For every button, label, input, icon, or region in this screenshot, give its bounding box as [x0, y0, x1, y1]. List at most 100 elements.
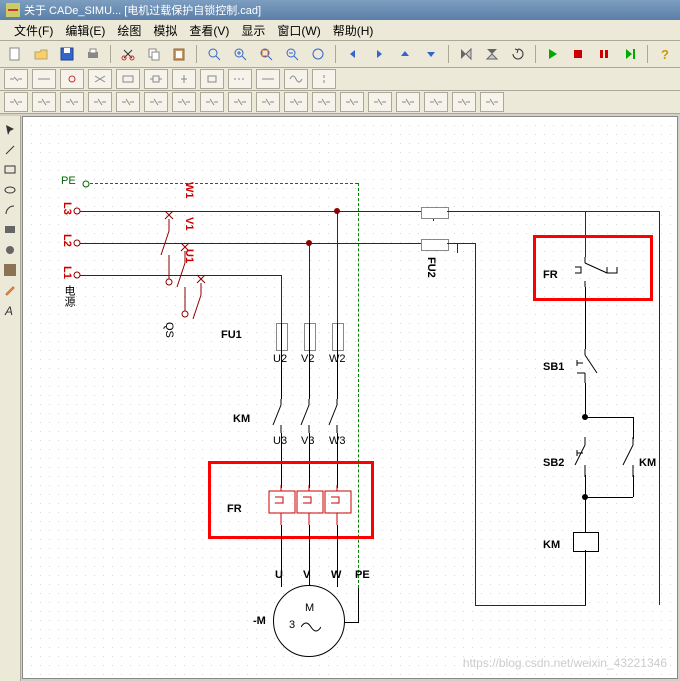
palette-btn[interactable]	[116, 92, 140, 112]
zoom-all-button[interactable]	[306, 42, 330, 66]
wire	[337, 211, 338, 325]
palette-btn[interactable]	[116, 69, 140, 89]
wire	[633, 475, 634, 497]
wire	[457, 243, 458, 253]
tool-ellipse[interactable]	[2, 182, 18, 198]
open-button[interactable]	[29, 42, 53, 66]
sidebar-tools: A	[0, 116, 21, 681]
app-title-doc: [电机过载保护自锁控制.cad]	[124, 2, 261, 18]
node	[582, 494, 588, 500]
tool-arc[interactable]	[2, 202, 18, 218]
node	[334, 208, 340, 214]
palette-btn[interactable]	[32, 92, 56, 112]
menu-file[interactable]: 文件(F)	[8, 21, 59, 40]
save-button[interactable]	[55, 42, 79, 66]
help-button[interactable]: ?	[653, 42, 677, 66]
wire	[337, 323, 338, 349]
palette-btn[interactable]	[144, 69, 168, 89]
label-u: U	[275, 569, 283, 581]
tool-filled-circle[interactable]	[2, 242, 18, 258]
wire	[585, 417, 633, 418]
label-v: V	[303, 569, 310, 581]
palette-btn[interactable]	[452, 92, 476, 112]
wire	[281, 323, 282, 349]
move-up-button[interactable]	[393, 42, 417, 66]
wire	[477, 211, 585, 212]
rotate-button[interactable]	[506, 42, 530, 66]
palette-btn[interactable]	[228, 69, 252, 89]
tool-select[interactable]	[2, 122, 18, 138]
menu-help[interactable]: 帮助(H)	[327, 21, 380, 40]
zoom-fit-button[interactable]	[254, 42, 278, 66]
menu-draw[interactable]: 绘图	[111, 21, 147, 40]
menu-display[interactable]: 显示	[235, 21, 271, 40]
palette-btn[interactable]	[256, 92, 280, 112]
zoom-in-button[interactable]	[228, 42, 252, 66]
tool-filled-rect[interactable]	[2, 222, 18, 238]
palette-btn[interactable]	[312, 69, 336, 89]
copy-button[interactable]	[142, 42, 166, 66]
palette-btn[interactable]	[144, 92, 168, 112]
menu-edit[interactable]: 编辑(E)	[59, 21, 111, 40]
palette-btn[interactable]	[32, 69, 56, 89]
tool-pencil[interactable]	[2, 282, 18, 298]
menu-view[interactable]: 查看(V)	[183, 21, 235, 40]
palette-btn[interactable]	[368, 92, 392, 112]
menu-sim[interactable]: 模拟	[147, 21, 183, 40]
palette-btn[interactable]	[256, 69, 280, 89]
wire	[337, 349, 338, 399]
move-left-button[interactable]	[341, 42, 365, 66]
flip-h-button[interactable]	[454, 42, 478, 66]
menu-window[interactable]: 窗口(W)	[271, 21, 326, 40]
wire	[475, 243, 476, 605]
pause-button[interactable]	[592, 42, 616, 66]
palette-btn[interactable]	[4, 92, 28, 112]
tool-text[interactable]: A	[2, 302, 18, 318]
wire	[281, 349, 282, 399]
palette-btn[interactable]	[396, 92, 420, 112]
palette-btn[interactable]	[172, 92, 196, 112]
fuse-fu1-3	[332, 323, 344, 351]
palette-btn[interactable]	[480, 92, 504, 112]
watermark: https://blog.csdn.net/weixin_43221346	[463, 656, 667, 670]
toolbar-main: ?	[0, 41, 680, 68]
palette-btn[interactable]	[200, 92, 224, 112]
palette-btn[interactable]	[284, 92, 308, 112]
palette-btn[interactable]	[424, 92, 448, 112]
new-button[interactable]	[3, 42, 27, 66]
cut-button[interactable]	[116, 42, 140, 66]
palette-btn[interactable]	[284, 69, 308, 89]
drawing-canvas[interactable]: PE L3 L2 L1 电源 QS W1 V1 U1 FU1 U2 V2 W2 …	[22, 116, 678, 679]
tool-rect[interactable]	[2, 162, 18, 178]
step-button[interactable]	[618, 42, 642, 66]
move-right-button[interactable]	[367, 42, 391, 66]
palette-btn[interactable]	[228, 92, 252, 112]
palette-btn[interactable]	[60, 92, 84, 112]
move-down-button[interactable]	[419, 42, 443, 66]
palette-btn[interactable]	[172, 69, 196, 89]
wire	[633, 417, 634, 439]
palette-btn[interactable]	[88, 92, 112, 112]
label-sb1: SB1	[543, 361, 564, 373]
print-button[interactable]	[81, 42, 105, 66]
menu-bar: 文件(F) 编辑(E) 绘图 模拟 查看(V) 显示 窗口(W) 帮助(H)	[0, 20, 680, 41]
label-pe2: PE	[355, 569, 370, 581]
palette-btn[interactable]	[312, 92, 336, 112]
find-button[interactable]	[202, 42, 226, 66]
palette-btn[interactable]	[4, 69, 28, 89]
zoom-out-button[interactable]	[280, 42, 304, 66]
label-fu1: FU1	[221, 329, 242, 341]
tool-color[interactable]	[2, 262, 18, 278]
stop-button[interactable]	[566, 42, 590, 66]
flip-v-button[interactable]	[480, 42, 504, 66]
run-button[interactable]	[541, 42, 565, 66]
tool-line[interactable]	[2, 142, 18, 158]
svg-text:A: A	[4, 304, 13, 316]
palette-btn[interactable]	[88, 69, 112, 89]
wire	[358, 588, 359, 622]
fuse-fu2-2	[421, 239, 449, 251]
paste-button[interactable]	[168, 42, 192, 66]
palette-btn[interactable]	[340, 92, 364, 112]
palette-btn[interactable]	[200, 69, 224, 89]
palette-btn[interactable]	[60, 69, 84, 89]
